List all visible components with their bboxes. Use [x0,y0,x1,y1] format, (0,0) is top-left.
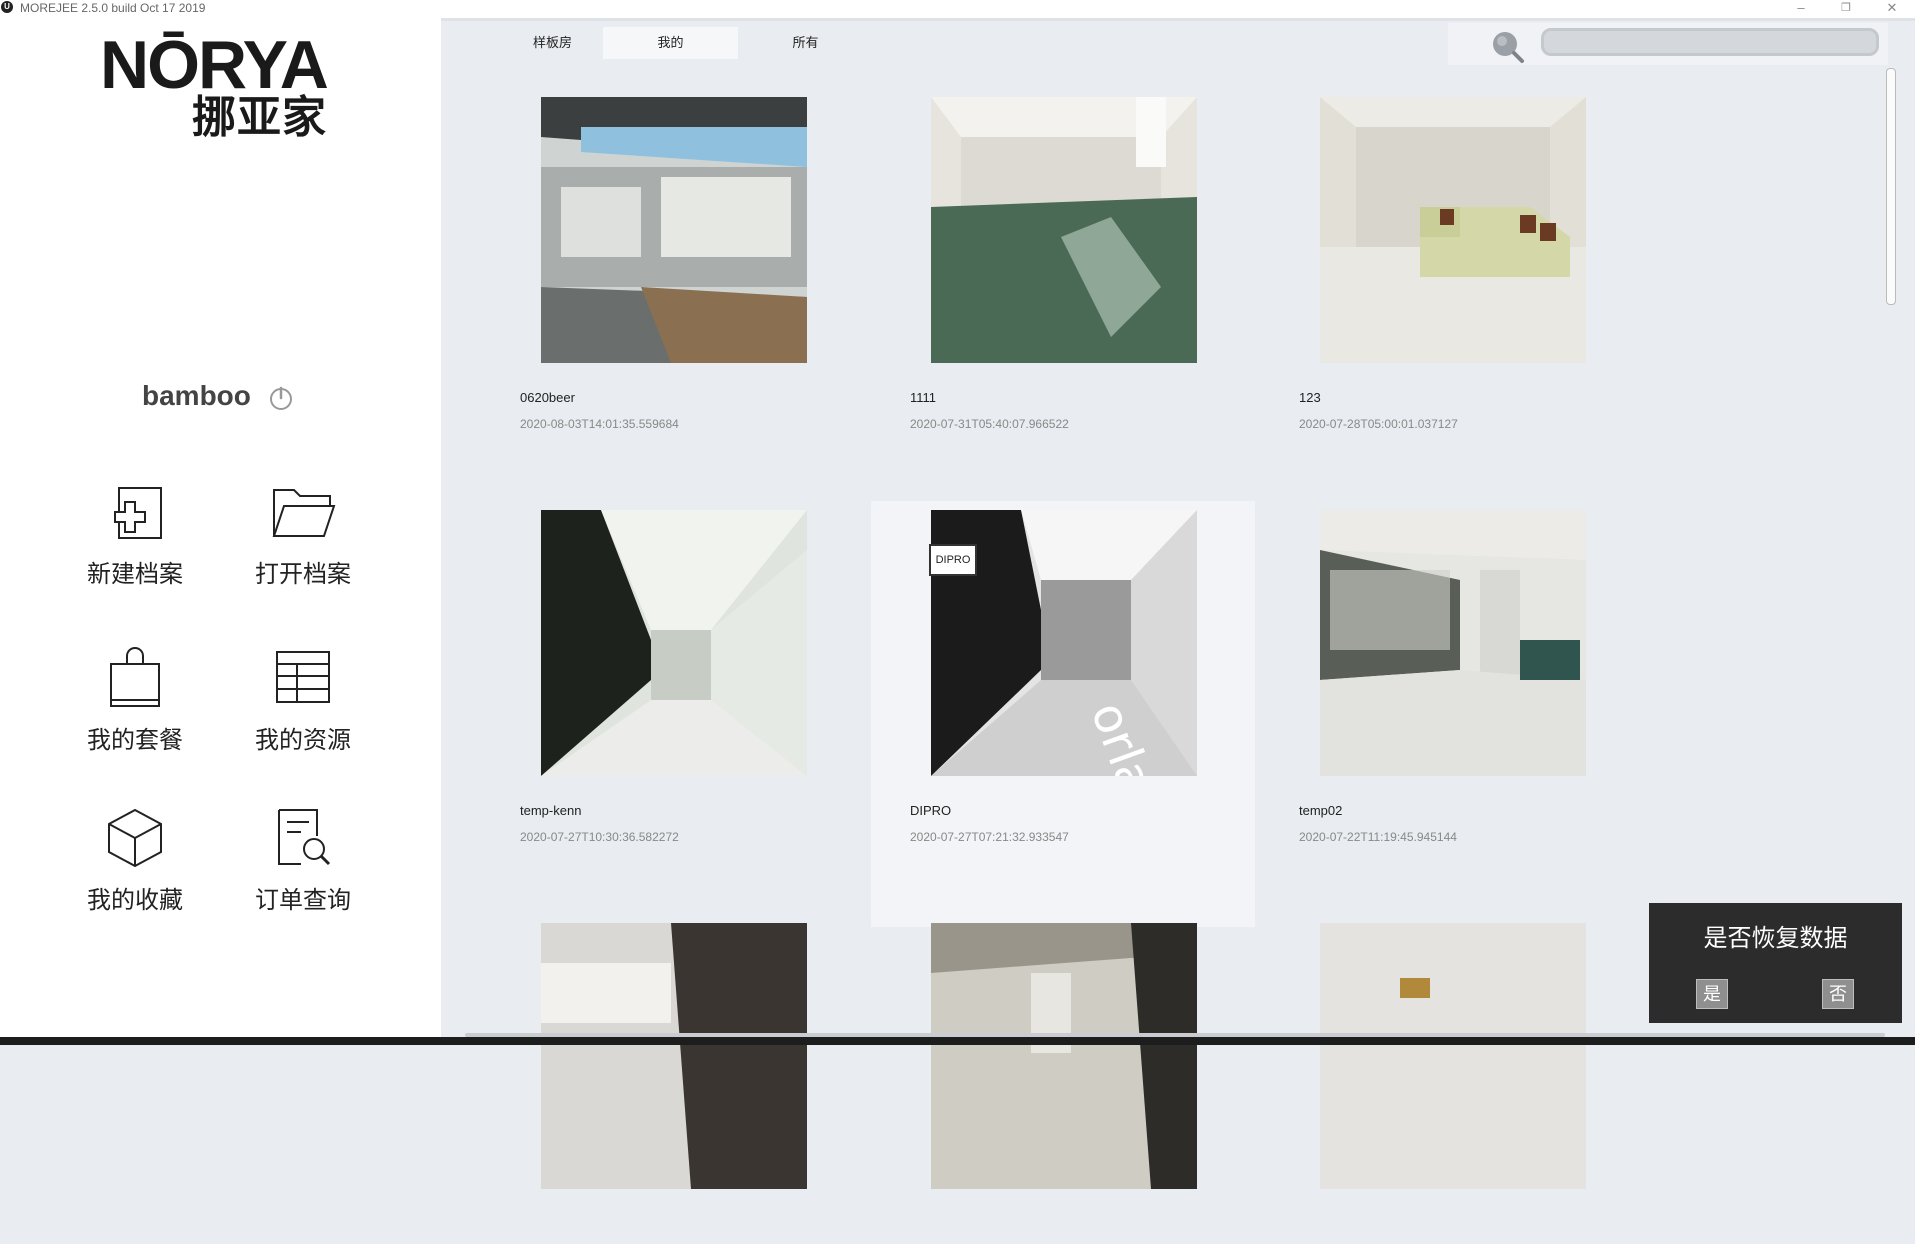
my-resources-label: 我的资源 [255,727,351,754]
open-archive-button[interactable]: 打开档案 [223,484,383,614]
project-card[interactable]: 1111 2020-07-31T05:40:07.966522 [910,18,1240,431]
new-archive-label: 新建档案 [87,561,183,588]
project-date: 2020-08-03T14:01:35.559684 [520,417,679,431]
project-thumbnail [541,923,807,1189]
my-favorites-label: 我的收藏 [87,887,183,914]
document-search-icon [278,809,331,866]
order-query-button[interactable]: 订单查询 [223,806,383,936]
brand-logo-en: NŌRYA [100,27,329,103]
power-icon[interactable] [268,385,294,411]
restore-button[interactable]: ❐ [1826,0,1866,18]
app-logo-icon: U [1,1,13,13]
my-package-button[interactable]: 我的套餐 [55,646,215,776]
project-thumbnail [1320,510,1586,776]
dipro-badge: DIPRO [929,544,977,576]
open-archive-label: 打开档案 [255,561,351,588]
folder-open-icon [272,489,336,537]
cube-icon [108,808,162,868]
project-card[interactable]: 123 2020-07-28T05:00:01.037127 [1299,18,1629,431]
project-date: 2020-07-28T05:00:01.037127 [1299,417,1458,431]
my-package-label: 我的套餐 [87,727,183,754]
dialog-message: 是否恢复数据 [1703,925,1848,952]
close-button[interactable]: ✕ [1872,0,1912,18]
project-thumbnail [541,510,807,776]
project-card[interactable]: temp-kenn 2020-07-27T10:30:36.582272 [520,431,850,844]
project-card[interactable]: temp02 2020-07-22T11:19:45.945144 [1299,431,1629,844]
project-card[interactable]: 0620beer 2020-08-03T14:01:35.559684 [520,18,850,431]
vertical-scrollbar[interactable] [1886,68,1896,305]
brand-logo-cn: 挪亚家 [192,93,327,142]
project-name: 123 [1299,390,1321,405]
grid-icon [276,651,330,703]
project-date: 2020-07-27T07:21:32.933547 [910,830,1069,844]
restore-data-dialog: 是否恢复数据 是 否 [1649,903,1902,1023]
project-name: temp-kenn [520,803,582,818]
project-thumbnail [931,97,1197,363]
taskbar-strip [0,1037,1915,1045]
brand-logo: NŌRYA 挪亚家 [100,27,330,142]
window-title: MOREJEE 2.5.0 build Oct 17 2019 [20,1,206,15]
project-date: 2020-07-31T05:40:07.966522 [910,417,1069,431]
no-button[interactable]: 否 [1822,979,1854,1009]
order-query-label: 订单查询 [255,887,351,914]
project-thumbnail [541,97,807,363]
new-archive-icon [114,487,162,539]
project-card[interactable]: orla DIPRO DIPRO 2020-07-27T07:21:32.933… [910,431,1240,844]
yes-button[interactable]: 是 [1696,979,1728,1009]
username: bamboo [142,380,251,411]
project-thumbnail [1320,97,1586,363]
project-name: 0620beer [520,390,575,405]
my-resources-button[interactable]: 我的资源 [223,646,383,776]
project-browser: 样板房 我的 所有 0620beer 2020-08-03T14:01:35.5… [441,18,1915,1189]
my-favorites-button[interactable]: 我的收藏 [55,806,215,936]
project-name: DIPRO [910,803,952,818]
project-thumbnail [1320,923,1586,1189]
project-date: 2020-07-22T11:19:45.945144 [1299,830,1457,844]
shopping-bag-icon [110,647,160,707]
project-date: 2020-07-27T10:30:36.582272 [520,830,679,844]
project-thumbnail [931,923,1197,1189]
project-name: 1111 [910,390,937,405]
minimize-button[interactable]: – [1781,0,1821,18]
project-name: temp02 [1299,803,1343,818]
sidebar: NŌRYA 挪亚家 bamboo 新建档案 打开档案 我的套餐 我的资源 我的收… [0,18,441,1045]
new-archive-button[interactable]: 新建档案 [55,484,215,614]
title-bar: U MOREJEE 2.5.0 build Oct 17 2019 – ❐ ✕ [0,0,1915,18]
